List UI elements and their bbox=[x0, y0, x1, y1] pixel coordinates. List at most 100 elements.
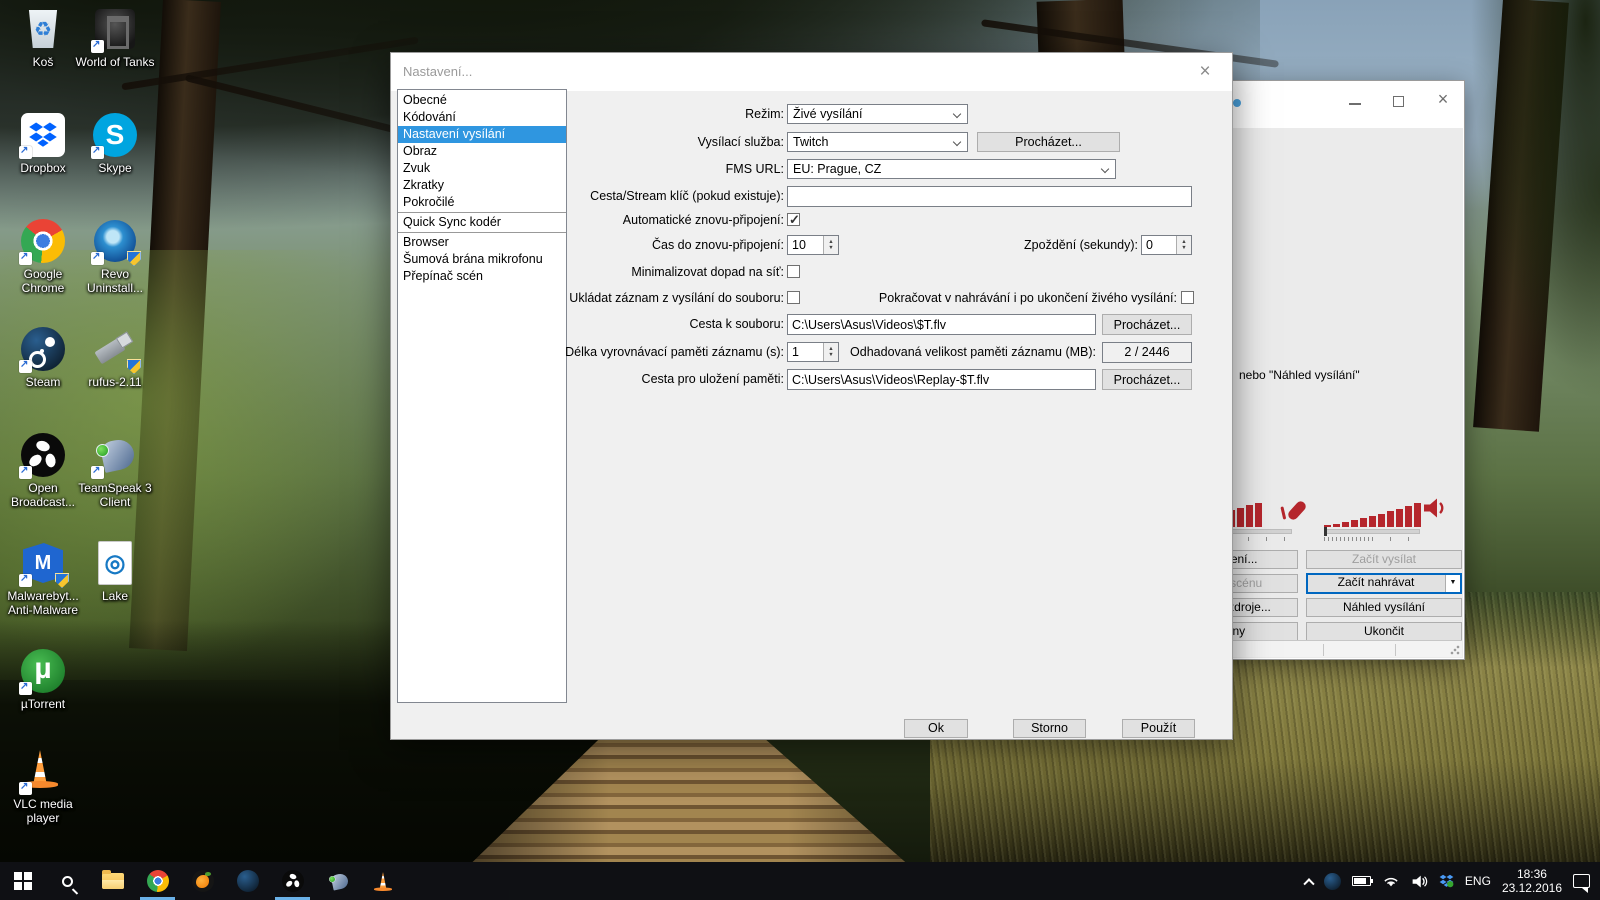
maximize-icon[interactable] bbox=[1393, 96, 1404, 107]
taskbar-obs[interactable] bbox=[270, 862, 315, 900]
obs-exit-button[interactable]: Ukončit bbox=[1306, 622, 1462, 641]
file-path-browse-button[interactable]: Procházet... bbox=[1102, 314, 1192, 335]
desktop-icon-recycle-bin[interactable]: Koš bbox=[2, 6, 84, 69]
service-browse-button[interactable]: Procházet... bbox=[977, 132, 1120, 152]
taskbar-clock[interactable]: 18:36 23.12.2016 bbox=[1502, 867, 1562, 895]
obs-preview-stream-button[interactable]: Náhled vysílání bbox=[1306, 598, 1462, 617]
stream-key-input[interactable] bbox=[787, 186, 1192, 207]
shortcut-arrow-icon bbox=[19, 782, 32, 795]
desktop-icon-world-of-tanks[interactable]: World of Tanks bbox=[74, 6, 156, 69]
desktop-icon-vlc[interactable]: VLC media player bbox=[2, 748, 84, 825]
chevron-down-icon[interactable] bbox=[1445, 575, 1460, 592]
taskbar-search-button[interactable] bbox=[45, 862, 90, 900]
mode-select[interactable]: Živé vysílání bbox=[787, 104, 968, 124]
taskbar-teamspeak[interactable] bbox=[315, 862, 360, 900]
desktop-icon-label: Dropbox bbox=[2, 161, 84, 175]
close-icon[interactable] bbox=[1194, 61, 1216, 83]
recycle-bin-icon bbox=[20, 6, 66, 52]
desktop-icon-malwarebytes[interactable]: Malwarebyt... Anti-Malware bbox=[2, 540, 84, 617]
desktop-icon-dropbox[interactable]: Dropbox bbox=[2, 112, 84, 175]
service-select[interactable]: Twitch bbox=[787, 132, 968, 152]
spinner-arrows-icon[interactable]: ▲▼ bbox=[1176, 236, 1191, 254]
spinner-arrows-icon[interactable]: ▲▼ bbox=[823, 236, 838, 254]
desktop-icon-steam[interactable]: Steam bbox=[2, 326, 84, 389]
language-indicator[interactable]: ENG bbox=[1465, 874, 1491, 888]
steam-icon bbox=[20, 326, 66, 372]
dialog-titlebar[interactable]: Nastavení... bbox=[391, 53, 1232, 91]
world-of-tanks-icon bbox=[92, 6, 138, 52]
chrome-icon bbox=[147, 870, 169, 892]
speaker-icon[interactable] bbox=[1422, 496, 1448, 520]
obs-start-recording-button[interactable]: Začít nahrávat bbox=[1306, 573, 1462, 594]
file-path-input[interactable] bbox=[787, 314, 1096, 335]
desktop-icon-google-chrome[interactable]: Google Chrome bbox=[2, 218, 84, 295]
search-icon bbox=[62, 876, 73, 887]
battery-icon[interactable] bbox=[1352, 876, 1371, 886]
resize-grip[interactable] bbox=[1450, 645, 1460, 655]
speaker-icon[interactable] bbox=[1411, 874, 1428, 889]
shortcut-arrow-icon bbox=[19, 682, 32, 695]
taskbar-file-explorer[interactable] bbox=[90, 862, 135, 900]
minimize-network-checkbox[interactable] bbox=[787, 265, 800, 278]
revo-uninstaller-icon bbox=[92, 218, 138, 264]
auto-reconnect-checkbox[interactable] bbox=[787, 213, 800, 226]
ok-button[interactable]: Ok bbox=[904, 719, 968, 738]
keep-recording-checkbox[interactable] bbox=[1181, 291, 1194, 304]
desktop-icon-lake[interactable]: Lake bbox=[74, 540, 156, 603]
windows-logo-icon bbox=[14, 872, 32, 890]
apply-button[interactable]: Použít bbox=[1122, 719, 1195, 738]
speaker-slider-handle[interactable] bbox=[1324, 527, 1327, 536]
dropbox-icon[interactable] bbox=[1439, 874, 1454, 888]
taskbar-vlc[interactable] bbox=[360, 862, 405, 900]
tray-expand-icon[interactable] bbox=[1303, 878, 1314, 889]
desktop-icon-revo-uninstaller[interactable]: Revo Uninstall... bbox=[74, 218, 156, 295]
start-button[interactable] bbox=[0, 862, 45, 900]
shortcut-arrow-icon bbox=[91, 40, 104, 53]
uac-shield-icon bbox=[127, 251, 141, 266]
desktop-icon-rufus[interactable]: rufus-2.11 bbox=[74, 326, 156, 389]
speaker-volume-slider[interactable] bbox=[1324, 529, 1420, 534]
shortcut-arrow-icon bbox=[91, 252, 104, 265]
obs-icon bbox=[20, 432, 66, 478]
obs-icon bbox=[282, 870, 304, 892]
chevron-down-icon bbox=[953, 110, 961, 118]
status-bar-separator bbox=[1395, 644, 1396, 656]
skype-icon bbox=[92, 112, 138, 158]
save-record-label: Ukládat záznam z vysílání do souboru: bbox=[541, 291, 784, 305]
taskbar-chrome[interactable] bbox=[135, 862, 180, 900]
taskbar-steam[interactable] bbox=[225, 862, 270, 900]
lake-file-icon bbox=[92, 540, 138, 586]
uac-shield-icon bbox=[55, 573, 69, 588]
tray-steam-icon[interactable] bbox=[1324, 873, 1341, 890]
replay-path-browse-button[interactable]: Procházet... bbox=[1102, 369, 1192, 390]
microphone-icon[interactable] bbox=[1286, 499, 1307, 521]
reconnect-time-stepper[interactable]: 10 ▲▼ bbox=[787, 235, 839, 255]
obs-start-streaming-button[interactable]: Začít vysílat bbox=[1306, 550, 1462, 569]
desktop-icon-teamspeak[interactable]: TeamSpeak 3 Client bbox=[74, 432, 156, 509]
cancel-button[interactable]: Storno bbox=[1013, 719, 1086, 738]
desktop-icon-label: Revo Uninstall... bbox=[74, 267, 156, 295]
minimize-network-label: Minimalizovat dopad na síť: bbox=[541, 265, 784, 279]
delay-stepper[interactable]: 0 ▲▼ bbox=[1141, 235, 1192, 255]
taskbar-fl-studio[interactable] bbox=[180, 862, 225, 900]
reconnect-time-label: Čas do znovu-připojení: bbox=[541, 238, 784, 252]
shortcut-arrow-icon bbox=[19, 574, 32, 587]
desktop-icon-utorrent[interactable]: µTorrent bbox=[2, 648, 84, 711]
wallpaper-foliage bbox=[1455, 0, 1600, 420]
fms-url-select[interactable]: EU: Prague, CZ bbox=[787, 159, 1116, 179]
desktop-icon-skype[interactable]: Skype bbox=[74, 112, 156, 175]
mode-label: Režim: bbox=[541, 107, 784, 121]
minimize-icon[interactable] bbox=[1349, 103, 1361, 105]
file-path-label: Cesta k souboru: bbox=[541, 317, 784, 331]
fms-url-value: EU: Prague, CZ bbox=[793, 162, 881, 176]
desktop-icon-obs[interactable]: Open Broadcast... bbox=[2, 432, 84, 509]
replay-path-input[interactable] bbox=[787, 369, 1096, 390]
action-center-icon[interactable] bbox=[1573, 874, 1590, 888]
uac-shield-icon bbox=[127, 359, 141, 374]
wifi-icon[interactable] bbox=[1382, 874, 1400, 888]
estimated-size-value: 2 / 2446 bbox=[1102, 342, 1192, 363]
desktop-icon-label: VLC media player bbox=[2, 797, 84, 825]
close-icon[interactable] bbox=[1433, 89, 1453, 109]
shortcut-arrow-icon bbox=[91, 146, 104, 159]
desktop-icon-label: TeamSpeak 3 Client bbox=[74, 481, 156, 509]
